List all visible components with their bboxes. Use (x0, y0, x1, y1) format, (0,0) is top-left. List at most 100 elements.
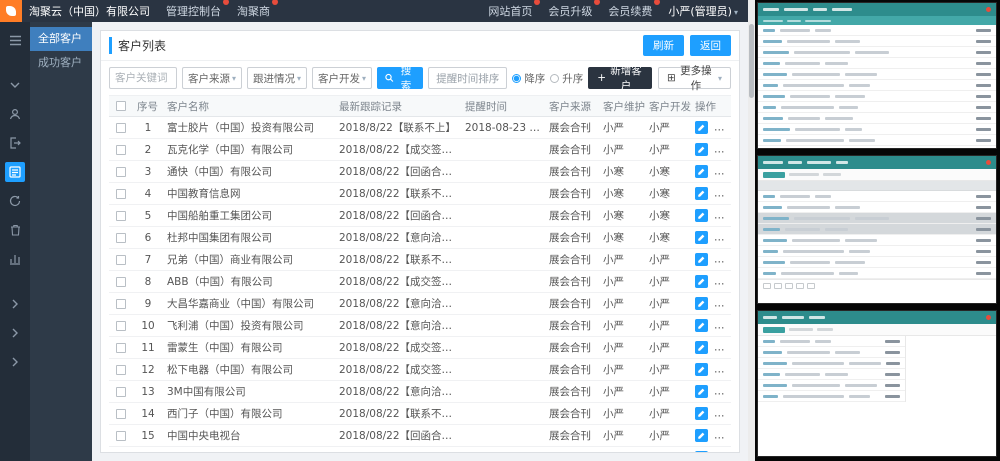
chevron-right-icon[interactable] (5, 352, 25, 372)
select-all-checkbox[interactable] (116, 101, 126, 111)
customer-list-icon[interactable] (5, 162, 25, 182)
row-checkbox[interactable] (116, 409, 126, 419)
edit-button[interactable] (695, 297, 708, 310)
col-header-remind[interactable]: 提醒时间 (461, 96, 545, 117)
chevron-down-icon[interactable] (5, 75, 25, 95)
link-member-renew[interactable]: 会员续费 (608, 3, 652, 19)
row-checkbox[interactable] (116, 233, 126, 243)
trash-icon[interactable] (5, 220, 25, 240)
row-checkbox[interactable] (116, 123, 126, 133)
app-logo[interactable] (0, 0, 22, 22)
row-checkbox[interactable] (116, 167, 126, 177)
keyword-input[interactable] (109, 67, 177, 89)
sidebar-item-success-customers[interactable]: 成功客户 (30, 51, 92, 75)
remind-sort-box[interactable]: 提醒时间排序 (428, 67, 507, 89)
customer-name: 中国教育信息网 (163, 183, 335, 205)
customer-developer: 小严 (645, 337, 691, 359)
more-actions-button[interactable]: ⊞更多操作▾ (658, 67, 731, 89)
row-checkbox[interactable] (116, 365, 126, 375)
customer-keeper: 小严 (599, 293, 645, 315)
row-checkbox[interactable] (116, 321, 126, 331)
customer-keeper: 小严 (599, 271, 645, 293)
chevron-right-icon[interactable] (5, 323, 25, 343)
edit-button[interactable] (695, 231, 708, 244)
edit-button[interactable] (695, 363, 708, 376)
customer-source: 展会合刊 (545, 227, 599, 249)
user-icon[interactable] (5, 104, 25, 124)
col-header-ops: 操作 (691, 96, 731, 117)
menu-taojushang[interactable]: 淘聚商 (237, 3, 270, 19)
edit-button[interactable] (695, 253, 708, 266)
source-select[interactable]: 客户来源▾ (182, 67, 242, 89)
scrollbar-thumb[interactable] (749, 24, 754, 98)
edit-button[interactable] (695, 275, 708, 288)
edit-button[interactable] (695, 165, 708, 178)
logout-icon[interactable] (5, 133, 25, 153)
sort-desc-label: 降序 (524, 71, 545, 86)
sort-desc-radio[interactable]: 降序 (512, 71, 545, 86)
edit-button[interactable] (695, 121, 708, 134)
edit-button[interactable] (695, 143, 708, 156)
row-checkbox[interactable] (116, 299, 126, 309)
customer-source: 展会合刊 (545, 359, 599, 381)
row-number: 3 (133, 161, 163, 183)
row-checkbox[interactable] (116, 189, 126, 199)
refresh-button[interactable]: 刷新 (643, 35, 684, 56)
row-checkbox[interactable] (116, 387, 126, 397)
developer-select[interactable]: 客户开发▾ (312, 67, 372, 89)
customer-name: 兄弟（中国）商业有限公司 (163, 249, 335, 271)
user-menu[interactable]: 小严(管理员)▾ (668, 3, 738, 19)
chart-icon[interactable] (5, 249, 25, 269)
table-row: 2瓦克化学（中国）有限公司2018/08/22【成交签约】展会合刊小严小严 (109, 139, 731, 161)
edit-button[interactable] (695, 341, 708, 354)
sort-asc-radio[interactable]: 升序 (550, 71, 583, 86)
source-select-label: 客户来源 (188, 71, 230, 86)
customer-developer: 小严 (645, 315, 691, 337)
edit-button[interactable] (695, 209, 708, 222)
customer-keeper: 小严 (599, 359, 645, 381)
customer-list-panel: 客户列表 刷新 返回 客户来源▾ 跟进情况▾ 客户开发▾ 搜索 提醒时间排序 降… (100, 30, 740, 453)
link-website-home[interactable]: 网站首页 (488, 3, 532, 19)
preview-thumbnail-1[interactable] (757, 2, 997, 149)
edit-button[interactable] (695, 429, 708, 442)
latest-record: 2018/08/22【成交签约】 (335, 359, 461, 381)
hamburger-menu-icon[interactable] (5, 30, 25, 50)
customer-developer: 小严 (645, 139, 691, 161)
customer-developer: 小严 (645, 117, 691, 139)
row-checkbox[interactable] (116, 145, 126, 155)
edit-button[interactable] (695, 451, 708, 452)
follow-status-select[interactable]: 跟进情况▾ (247, 67, 307, 89)
refresh-icon[interactable] (5, 191, 25, 211)
row-checkbox[interactable] (116, 343, 126, 353)
customer-developer: 小严 (645, 271, 691, 293)
table-header-row: 序号 客户名称 最新跟踪记录 提醒时间 客户来源 客户维护 客户开发 操作 (109, 96, 731, 117)
edit-icon (695, 341, 708, 354)
add-customer-button[interactable]: +新增客户 (588, 67, 652, 89)
edit-button[interactable] (695, 407, 708, 420)
edit-button[interactable] (695, 385, 708, 398)
remind-time (461, 161, 545, 183)
edit-icon (695, 407, 708, 420)
row-checkbox[interactable] (116, 211, 126, 221)
company-name[interactable]: 淘聚云（中国）有限公司 (29, 3, 150, 19)
edit-icon (695, 187, 708, 200)
back-button[interactable]: 返回 (690, 35, 731, 56)
sidebar-item-all-customers[interactable]: 全部客户 (30, 27, 92, 51)
edit-button[interactable] (695, 319, 708, 332)
search-button[interactable]: 搜索 (377, 67, 423, 89)
preview-thumbnail-3[interactable] (757, 310, 997, 457)
row-checkbox[interactable] (116, 431, 126, 441)
row-checkbox[interactable] (116, 277, 126, 287)
link-member-upgrade[interactable]: 会员升级 (548, 3, 592, 19)
customer-source: 展会合刊 (545, 249, 599, 271)
customer-developer: 小寒 (645, 161, 691, 183)
menu-console[interactable]: 管理控制台 (166, 3, 221, 19)
row-checkbox[interactable] (116, 255, 126, 265)
vertical-scrollbar[interactable] (748, 0, 755, 461)
edit-button[interactable] (695, 187, 708, 200)
preview-thumbnail-2[interactable] (757, 155, 997, 304)
chevron-down-icon: ▾ (362, 74, 366, 83)
link-website-home-label: 网站首页 (488, 5, 532, 18)
row-number: 11 (133, 337, 163, 359)
chevron-right-icon[interactable] (5, 294, 25, 314)
